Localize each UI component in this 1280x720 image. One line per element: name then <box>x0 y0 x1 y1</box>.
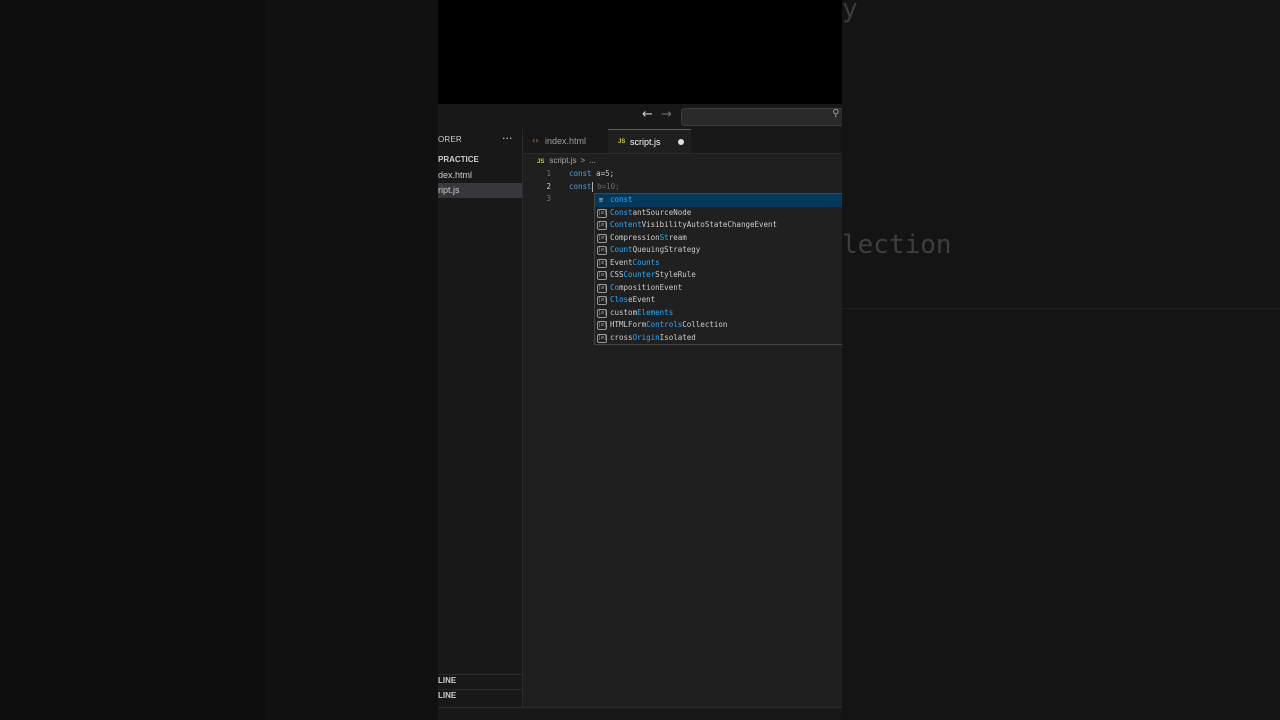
tab-label: script.js <box>630 137 661 147</box>
section-divider <box>438 674 522 675</box>
video-frame: ← → ⚲ ORER ··· PRACTICE dex.html ript.js… <box>438 0 842 720</box>
breadcrumb-separator: > <box>580 156 586 165</box>
suggestion-item[interactable]: [ø] CountQueuingStrategy <box>595 244 842 257</box>
variable-icon: [ø] <box>597 208 608 218</box>
back-arrow-icon[interactable]: ← <box>642 107 653 122</box>
explorer-title: ORER <box>438 135 462 144</box>
blurred-text: lection <box>842 230 952 260</box>
status-bar <box>438 707 842 720</box>
suggestion-label: crossOriginIsolated <box>610 332 696 342</box>
suggestion-item[interactable]: [ø] crossOriginIsolated <box>595 332 842 345</box>
line-number: 3 <box>546 194 551 203</box>
suggestion-item[interactable]: [ø] customElements <box>595 307 842 320</box>
title-bar: ← → ⚲ <box>438 104 842 130</box>
letterbox-top <box>438 0 842 104</box>
suggestion-label: customElements <box>610 307 674 317</box>
suggestion-label: CompressionStream <box>610 232 687 242</box>
suggestion-item[interactable]: [ø] CloseEvent <box>595 294 842 307</box>
tab-label: index.html <box>545 136 587 146</box>
suggestion-item[interactable]: [ø] HTMLFormControlsCollection <box>595 319 842 332</box>
suggestion-label: const <box>610 195 633 204</box>
variable-icon: [ø] <box>597 321 608 330</box>
keyword-icon: ≡ <box>598 196 604 204</box>
section-divider <box>438 689 522 690</box>
suggestion-label: HTMLFormControlsCollection <box>610 320 728 329</box>
breadcrumb: JS script.js >... <box>537 155 596 167</box>
suggestion-item[interactable]: [ø] CSSCounterStyleRule <box>595 269 842 282</box>
variable-icon: [ø] <box>597 296 608 305</box>
breadcrumb-symbols[interactable]: ... <box>589 156 596 165</box>
blurred-divider <box>842 308 1280 309</box>
suggestion-item[interactable]: [ø] ConstantSourceNode <box>595 207 842 220</box>
suggestion-item[interactable]: [ø] CompositionEvent <box>595 282 842 295</box>
js-file-icon: JS <box>537 159 545 165</box>
command-center-search[interactable] <box>681 108 842 126</box>
left-dark-panel <box>0 0 265 720</box>
suggestion-label: CSSCounterStyleRule <box>610 270 696 279</box>
code-line: 2 const b=10; <box>523 181 842 193</box>
suggestion-label: CountQueuingStrategy <box>610 245 701 254</box>
suggestion-label: ContentVisibilityAutoStateChangeEvent <box>610 220 778 229</box>
variable-icon: [ø] <box>597 271 608 280</box>
tab-index-html[interactable]: ‹› index.html <box>523 129 607 153</box>
suggestion-item[interactable]: [ø] EventCounts <box>595 257 842 270</box>
code-text: const b=10; <box>569 181 620 192</box>
explorer-sidebar: ORER ··· PRACTICE dex.html ript.js LINE … <box>438 129 523 707</box>
editor-tabs: ‹› index.html JS script.js <box>523 129 842 154</box>
js-file-icon: JS <box>618 139 626 145</box>
forward-arrow-icon[interactable]: → <box>661 107 672 122</box>
folder-practice[interactable]: PRACTICE <box>438 155 479 164</box>
html-file-icon: ‹› <box>532 136 539 145</box>
suggestion-label: CompositionEvent <box>610 282 683 292</box>
variable-icon: [ø] <box>597 333 608 343</box>
suggestion-label: EventCounts <box>610 257 660 267</box>
right-blurred-background: y lection <box>842 0 1280 720</box>
variable-icon: [ø] <box>597 246 608 255</box>
unsaved-dot-icon[interactable] <box>678 139 684 145</box>
variable-icon: [ø] <box>597 308 608 318</box>
variable-icon: [ø] <box>597 221 608 230</box>
suggestion-item[interactable]: [ø] CompressionStream <box>595 232 842 245</box>
blurred-text: y <box>842 0 858 24</box>
suggestion-label: CloseEvent <box>610 295 656 304</box>
outline-section[interactable]: LINE <box>438 676 456 685</box>
breadcrumb-file[interactable]: script.js <box>549 156 576 165</box>
tab-script-js[interactable]: JS script.js <box>608 129 691 153</box>
suggestion-item[interactable]: [ø] ContentVisibilityAutoStateChangeEven… <box>595 219 842 232</box>
more-actions-icon[interactable]: ··· <box>502 132 513 145</box>
suggestion-label: ConstantSourceNode <box>610 207 692 217</box>
left-blurred-background <box>0 0 438 720</box>
file-item-script-js[interactable]: ript.js <box>438 183 522 198</box>
line-number: 2 <box>546 181 551 191</box>
timeline-section[interactable]: LINE <box>438 691 456 700</box>
suggestion-item[interactable]: ≡ const <box>595 194 842 207</box>
line-number: 1 <box>546 169 551 178</box>
variable-icon: [ø] <box>597 258 608 268</box>
variable-icon: [ø] <box>597 283 608 293</box>
variable-icon: [ø] <box>597 233 608 243</box>
file-item-index-html[interactable]: dex.html <box>438 168 522 183</box>
code-line: 1 const a=5; <box>523 168 842 180</box>
autocomplete-suggestions: ≡ const [ø] ConstantSourceNode [ø] Conte… <box>594 193 842 345</box>
code-text: const a=5; <box>569 169 615 178</box>
search-icon[interactable]: ⚲ <box>832 108 839 119</box>
